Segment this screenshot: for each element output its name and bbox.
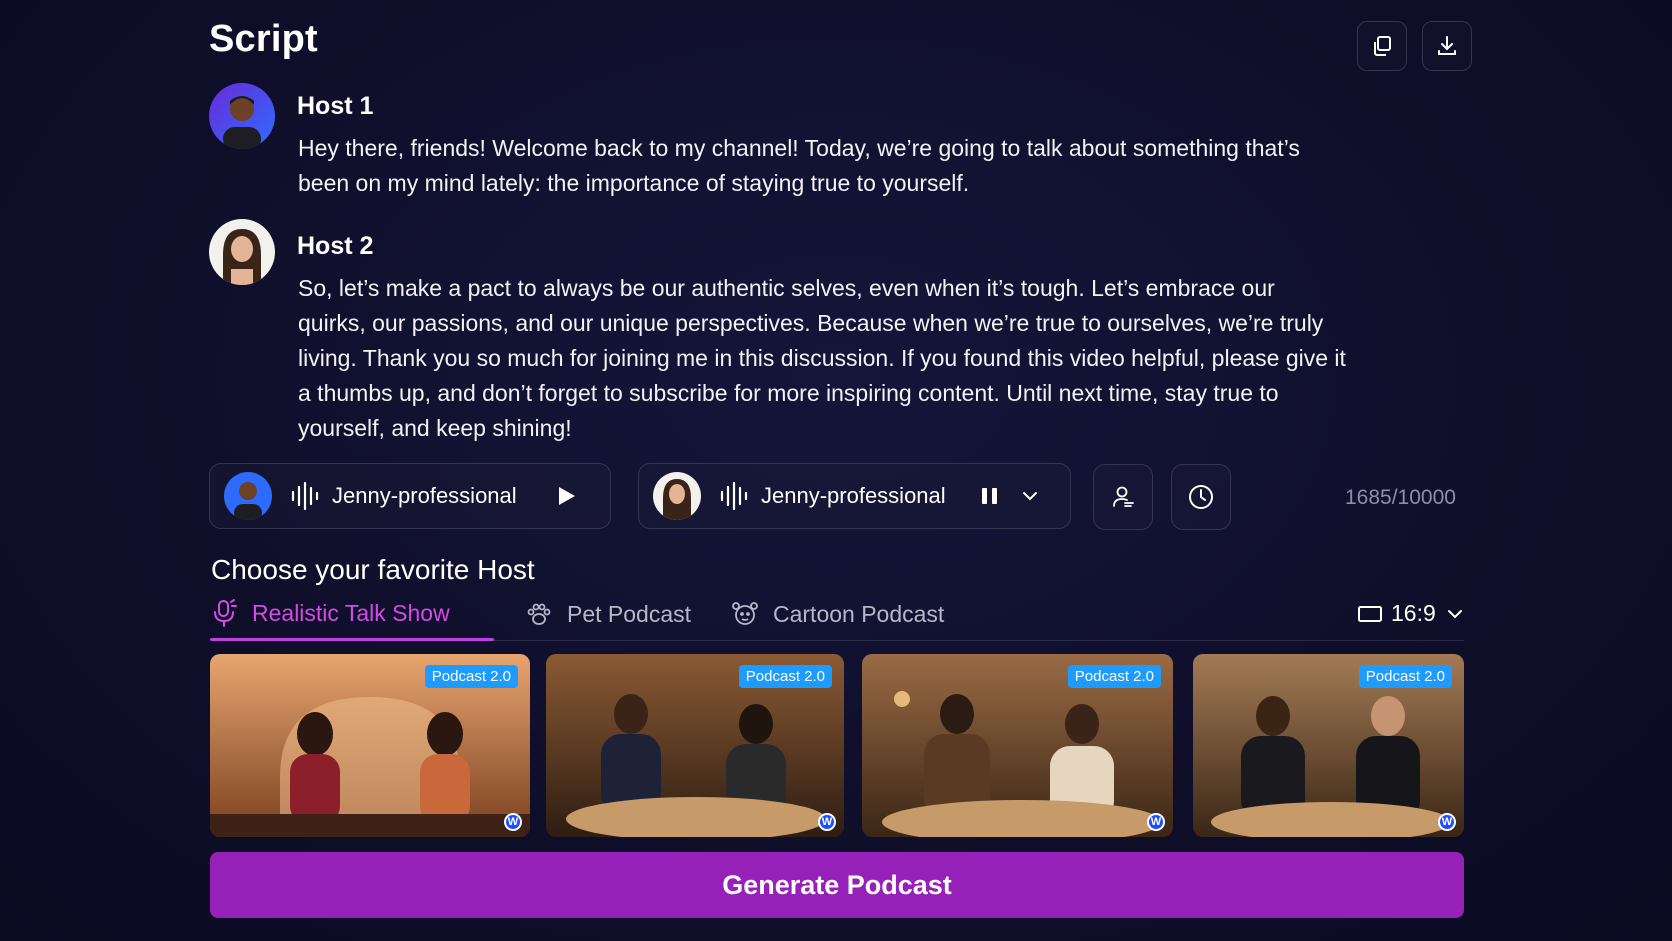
aspect-ratio-value: 16:9: [1391, 600, 1436, 626]
aspect-ratio-icon: [1358, 605, 1382, 622]
tab-label: Realistic Talk Show: [252, 599, 450, 626]
clock-icon: [1189, 485, 1213, 509]
host2-name: Host 2: [297, 232, 374, 260]
cartoon-icon: [732, 602, 758, 625]
voice-avatar: [224, 472, 272, 520]
host-thumbnail[interactable]: Podcast 2.0 W: [862, 654, 1173, 837]
host-thumbnail[interactable]: Podcast 2.0 W: [546, 654, 844, 837]
watermark-icon: W: [504, 813, 522, 831]
download-button[interactable]: [1422, 21, 1472, 71]
chevron-down-icon[interactable]: [1020, 486, 1040, 506]
user-voice-icon: [1113, 486, 1134, 507]
waveform-icon: [720, 482, 748, 510]
host-settings-button[interactable]: [1093, 464, 1153, 530]
host1-text[interactable]: Hey there, friends! Welcome back to my c…: [298, 131, 1318, 201]
tab-label: Pet Podcast: [567, 600, 692, 627]
watermark-icon: W: [818, 813, 836, 831]
chooser-title: Choose your favorite Host: [211, 554, 535, 585]
voice-name: Jenny-professional: [761, 483, 946, 508]
host2-avatar: [209, 219, 275, 285]
host1-name: Host 1: [297, 92, 374, 120]
podcast-badge: Podcast 2.0: [424, 665, 518, 688]
tab-cartoon-podcast[interactable]: Cartoon Podcast: [731, 600, 944, 628]
copy-button[interactable]: [1357, 21, 1407, 71]
voice-name: Jenny-professional: [332, 483, 517, 508]
tab-realistic-talk-show[interactable]: Realistic Talk Show: [210, 598, 450, 628]
chevron-down-icon: [1447, 609, 1462, 618]
history-button[interactable]: [1171, 464, 1231, 530]
podcast-badge: Podcast 2.0: [1067, 665, 1161, 688]
aspect-ratio-select[interactable]: 16:9: [1358, 600, 1464, 627]
podcast-badge: Podcast 2.0: [1358, 665, 1452, 688]
page-title: Script: [209, 18, 318, 60]
mic-icon: [214, 599, 237, 627]
watermark-icon: W: [1147, 813, 1165, 831]
character-count: 1685/10000: [1345, 486, 1456, 509]
copy-icon: [1374, 36, 1391, 56]
voice-selector-host2[interactable]: Jenny-professional: [638, 463, 1071, 529]
watermark-icon: W: [1438, 813, 1456, 831]
host-thumbnail[interactable]: Podcast 2.0 W: [210, 654, 530, 837]
download-icon: [1438, 36, 1456, 55]
voice-avatar: [653, 472, 701, 520]
tab-label: Cartoon Podcast: [773, 600, 945, 627]
play-icon[interactable]: [555, 485, 577, 507]
host2-text[interactable]: So, let’s make a pact to always be our a…: [298, 271, 1348, 446]
host-thumbnail[interactable]: Podcast 2.0 W: [1193, 654, 1464, 837]
host1-avatar: [209, 83, 275, 149]
voice-selector-host1[interactable]: Jenny-professional: [209, 463, 611, 529]
pause-icon[interactable]: [980, 485, 1000, 507]
waveform-icon: [291, 482, 319, 510]
paw-icon: [527, 603, 551, 625]
generate-podcast-button[interactable]: Generate Podcast: [210, 852, 1464, 918]
podcast-badge: Podcast 2.0: [738, 665, 832, 688]
tab-pet-podcast[interactable]: Pet Podcast: [525, 600, 691, 628]
active-tab-indicator: [210, 638, 494, 641]
